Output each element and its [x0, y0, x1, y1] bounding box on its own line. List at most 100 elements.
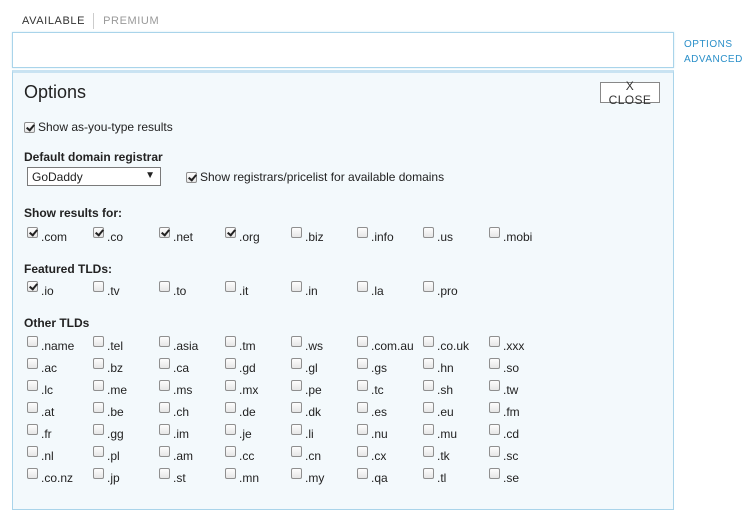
- tld-checkbox[interactable]: [423, 281, 434, 292]
- tld-checkbox[interactable]: [93, 281, 104, 292]
- tld-option[interactable]: .name: [27, 335, 74, 353]
- tld-option[interactable]: .ms: [159, 379, 192, 397]
- tld-option[interactable]: .je: [225, 423, 252, 441]
- tld-option[interactable]: .gd: [225, 357, 256, 375]
- tld-option[interactable]: .pro: [423, 280, 458, 298]
- tld-checkbox[interactable]: [93, 402, 104, 413]
- tld-option[interactable]: .it: [225, 280, 248, 298]
- tld-option[interactable]: .asia: [159, 335, 198, 353]
- tld-option[interactable]: .tc: [357, 379, 384, 397]
- tld-option[interactable]: .am: [159, 445, 193, 463]
- tld-option[interactable]: .fr: [27, 423, 52, 441]
- tld-checkbox[interactable]: [225, 468, 236, 479]
- tld-checkbox[interactable]: [27, 281, 38, 292]
- tld-checkbox[interactable]: [225, 402, 236, 413]
- domain-search-input[interactable]: [13, 33, 673, 67]
- tld-checkbox[interactable]: [27, 424, 38, 435]
- tld-checkbox[interactable]: [225, 424, 236, 435]
- tld-option[interactable]: .sh: [423, 379, 453, 397]
- show-pricelist-option[interactable]: Show registrars/pricelist for available …: [186, 170, 444, 184]
- tld-checkbox[interactable]: [225, 358, 236, 369]
- tld-checkbox[interactable]: [291, 227, 302, 238]
- tld-option[interactable]: .mu: [423, 423, 457, 441]
- tld-checkbox[interactable]: [93, 468, 104, 479]
- tld-checkbox[interactable]: [423, 380, 434, 391]
- advanced-link[interactable]: ADVANCED: [684, 52, 743, 67]
- tld-checkbox[interactable]: [159, 446, 170, 457]
- tld-checkbox[interactable]: [489, 402, 500, 413]
- tld-checkbox[interactable]: [159, 227, 170, 238]
- tld-option[interactable]: .ca: [159, 357, 189, 375]
- tld-option[interactable]: .dk: [291, 401, 321, 419]
- tld-option[interactable]: .li: [291, 423, 314, 441]
- tld-checkbox[interactable]: [291, 424, 302, 435]
- tld-option[interactable]: .mx: [225, 379, 258, 397]
- tld-checkbox[interactable]: [489, 424, 500, 435]
- tld-checkbox[interactable]: [489, 336, 500, 347]
- tld-option[interactable]: .hn: [423, 357, 454, 375]
- tld-option[interactable]: .me: [93, 379, 127, 397]
- tld-option[interactable]: .to: [159, 280, 186, 298]
- tld-checkbox[interactable]: [357, 227, 368, 238]
- tld-option[interactable]: .mn: [225, 467, 259, 485]
- tld-checkbox[interactable]: [93, 358, 104, 369]
- tld-checkbox[interactable]: [489, 227, 500, 238]
- tld-checkbox[interactable]: [93, 336, 104, 347]
- tld-option[interactable]: .co.uk: [423, 335, 469, 353]
- tld-option[interactable]: .cn: [291, 445, 321, 463]
- tld-checkbox[interactable]: [489, 380, 500, 391]
- tld-checkbox[interactable]: [291, 380, 302, 391]
- tld-option[interactable]: .gg: [93, 423, 124, 441]
- tld-option[interactable]: .gs: [357, 357, 387, 375]
- tld-option[interactable]: .tv: [93, 280, 120, 298]
- tab-available[interactable]: AVAILABLE: [22, 15, 85, 27]
- tld-option[interactable]: .la: [357, 280, 384, 298]
- tld-option[interactable]: .be: [93, 401, 124, 419]
- tld-option[interactable]: .info: [357, 226, 394, 244]
- tld-checkbox[interactable]: [357, 380, 368, 391]
- tld-option[interactable]: .lc: [27, 379, 53, 397]
- registrar-select[interactable]: GoDaddy ▼: [27, 167, 161, 186]
- tld-checkbox[interactable]: [159, 336, 170, 347]
- tld-checkbox[interactable]: [27, 380, 38, 391]
- tld-checkbox[interactable]: [357, 358, 368, 369]
- tld-checkbox[interactable]: [423, 336, 434, 347]
- tld-option[interactable]: .xxx: [489, 335, 524, 353]
- tld-option[interactable]: .ch: [159, 401, 189, 419]
- tab-premium[interactable]: PREMIUM: [103, 15, 159, 27]
- tld-checkbox[interactable]: [291, 358, 302, 369]
- tld-option[interactable]: .com.au: [357, 335, 414, 353]
- tld-option[interactable]: .ac: [27, 357, 57, 375]
- tld-option[interactable]: .pe: [291, 379, 322, 397]
- tld-checkbox[interactable]: [27, 227, 38, 238]
- tld-checkbox[interactable]: [423, 358, 434, 369]
- tld-option[interactable]: .tel: [93, 335, 123, 353]
- tld-checkbox[interactable]: [489, 446, 500, 457]
- tld-option[interactable]: .ws: [291, 335, 323, 353]
- tld-checkbox[interactable]: [159, 424, 170, 435]
- tld-option[interactable]: .cd: [489, 423, 519, 441]
- tld-checkbox[interactable]: [291, 468, 302, 479]
- tld-checkbox[interactable]: [357, 281, 368, 292]
- tld-option[interactable]: .org: [225, 226, 260, 244]
- show-pricelist-checkbox[interactable]: [186, 171, 197, 183]
- tld-option[interactable]: .jp: [93, 467, 120, 485]
- tld-checkbox[interactable]: [423, 468, 434, 479]
- tld-checkbox[interactable]: [27, 402, 38, 413]
- tld-checkbox[interactable]: [291, 336, 302, 347]
- tld-option[interactable]: .com: [27, 226, 67, 244]
- tld-option[interactable]: .nl: [27, 445, 54, 463]
- tld-option[interactable]: .pl: [93, 445, 120, 463]
- tld-checkbox[interactable]: [93, 446, 104, 457]
- tld-checkbox[interactable]: [423, 446, 434, 457]
- tld-option[interactable]: .my: [291, 467, 324, 485]
- tld-option[interactable]: .us: [423, 226, 453, 244]
- tld-option[interactable]: .nu: [357, 423, 388, 441]
- tld-checkbox[interactable]: [225, 336, 236, 347]
- tld-checkbox[interactable]: [291, 281, 302, 292]
- tld-option[interactable]: .gl: [291, 357, 318, 375]
- options-link[interactable]: OPTIONS: [684, 37, 743, 52]
- tld-checkbox[interactable]: [27, 358, 38, 369]
- tld-checkbox[interactable]: [423, 402, 434, 413]
- tld-checkbox[interactable]: [357, 336, 368, 347]
